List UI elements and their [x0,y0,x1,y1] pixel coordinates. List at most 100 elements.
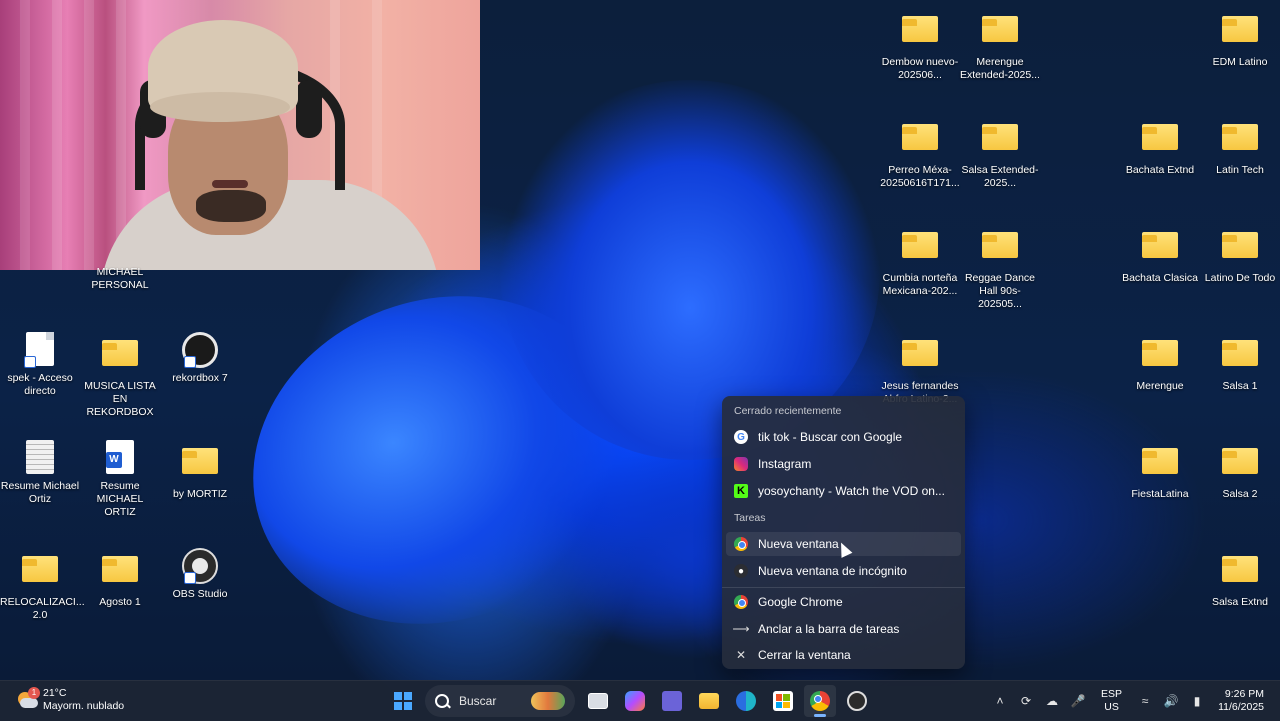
wallpaper-bloom [206,244,674,676]
wifi-icon[interactable]: ≈ [1135,691,1155,711]
folder-icon [182,448,218,474]
chrome-taskbar-button[interactable] [803,685,836,717]
divider [722,587,965,588]
desktop-folder-perreo-mexa[interactable]: Perreo Méxa-20250616T171... [880,116,960,190]
desktop-icon-label: Resume Michael Ortiz [0,480,80,505]
desktop-icon-label: Salsa 1 [1222,380,1258,392]
desktop-folder-reggae-dance-hall[interactable]: Reggae Dance Hall 90s-202505... [960,224,1040,311]
file-explorer-button[interactable] [693,685,725,717]
search-highlight-icon [531,692,565,710]
desktop-folder-merengue[interactable]: Merengue [1120,332,1200,393]
language-indicator[interactable]: ESP US [1101,688,1122,714]
desktop-icon-label: MICHAEL PERSONAL [91,266,149,291]
desktop-icon-label: Latino De Todo [1204,272,1276,284]
desktop-icon-label: RELOCALIZACI... 2.0 [0,596,85,621]
desktop-folder-bachata-clasica[interactable]: Bachata Clasica [1120,224,1200,285]
folder-icon [982,124,1018,150]
desktop-icon-agosto-1[interactable]: Agosto 1 [80,548,160,609]
desktop-folder-merengue-extended[interactable]: Merengue Extended-2025... [960,8,1040,82]
recent-header: Cerrado recientemente [734,405,842,417]
taskbar-search[interactable]: Buscar [425,685,575,717]
pin-icon: ⟶ [732,622,750,636]
jumplist-item-google-chrome[interactable]: Google Chrome [726,590,961,614]
onedrive-icon[interactable]: ☁ [1042,691,1062,711]
desktop-folder-fiestalatina[interactable]: FiestaLatina [1120,440,1200,501]
folder-icon [1142,448,1178,474]
folder-icon [1142,124,1178,150]
folder-icon [698,693,719,709]
desktop-icon-label: Dembow nuevo-202506... [881,56,959,81]
shortcut-arrow-icon [24,356,36,368]
volume-icon[interactable]: 🔊 [1161,691,1181,711]
folder-icon [1142,340,1178,366]
desktop-icon-relocalizacion[interactable]: RELOCALIZACI... 2.0 [0,548,85,622]
clock[interactable]: 9:26 PM 11/6/2025 [1218,688,1264,714]
store-icon [772,691,793,711]
desktop-icon-label: Agosto 1 [99,596,141,608]
copilot-icon [624,691,645,711]
desktop-icon-spek[interactable]: spek - Acceso directo [0,332,80,398]
desktop-icon-resume-word[interactable]: W Resume MICHAEL ORTIZ [80,440,160,519]
incognito-icon: ● [734,564,748,578]
jumplist-item-label: Nueva ventana de incógnito [758,564,907,578]
desktop-icon-obs-studio[interactable]: OBS Studio [160,548,240,601]
folder-icon [102,340,138,366]
desktop-icon-by-mortiz[interactable]: by MORTIZ [160,440,240,501]
microphone-icon[interactable]: 🎤 [1068,691,1088,711]
desktop-folder-cumbia-nortena[interactable]: Cumbia norteña Mexicana-202... [880,224,960,298]
desktop-icon-label: rekordbox 7 [172,372,228,384]
start-button[interactable] [387,685,419,717]
teams-button[interactable] [656,685,688,717]
desktop-icon-rekordbox[interactable]: rekordbox 7 [160,332,240,385]
desktop-icon-musica-lista[interactable]: MUSICA LISTA EN REKORDBOX [80,332,160,419]
folder-icon [902,16,938,42]
google-icon: G [734,430,748,444]
weather-widget[interactable]: 1 21°C Mayorm. nublado [14,687,124,713]
language-code: ESP [1101,688,1123,700]
desktop-icon-label: MUSICA LISTA EN REKORDBOX [84,380,156,418]
desktop-icon-label: Merengue Extended-2025... [960,56,1040,81]
battery-icon[interactable]: ▮ [1187,691,1207,711]
desktop-icon-label: Perreo Méxa-20250616T171... [880,164,960,189]
jumplist-item-label: tik tok - Buscar con Google [758,430,903,444]
clock-date: 11/6/2025 [1218,701,1264,713]
sync-icon[interactable]: ⟳ [1016,691,1036,711]
copilot-button[interactable] [619,685,651,717]
desktop-folder-bachata-extnd[interactable]: Bachata Extnd [1120,116,1200,177]
desktop-folder-latino-de-todo[interactable]: Latino De Todo [1200,224,1280,285]
desktop-folder-jesus-fernandes[interactable]: Jesus fernandes Abfro Latino-2... [880,332,960,406]
store-button[interactable] [767,685,799,717]
desktop-folder-dembow[interactable]: Dembow nuevo-202506... [880,8,960,82]
teams-icon [661,691,682,711]
folder-icon [1222,340,1258,366]
desktop-folder-latin-tech[interactable]: Latin Tech [1200,116,1280,177]
jumplist-item-instagram[interactable]: Instagram [726,452,961,476]
desktop-icon-label: Bachata Clasica [1122,272,1198,284]
desktop-icon-label: Resume MICHAEL ORTIZ [96,480,144,518]
chrome-icon [734,537,748,551]
desktop-icon-michael-personal[interactable]: MICHAEL PERSONAL [80,266,160,292]
obs-taskbar-button[interactable] [841,685,873,717]
desktop-icon-resume-pdf[interactable]: Resume Michael Ortiz [0,440,80,506]
jumplist-item-close-window[interactable]: ✕ Cerrar la ventana [726,643,961,667]
edge-button[interactable] [730,685,762,717]
desktop-folder-salsa-extnd[interactable]: Salsa Extnd [1200,548,1280,609]
jumplist-item-incognito[interactable]: ● Nueva ventana de incógnito [726,559,961,583]
folder-icon [902,232,938,258]
jumplist-item-kick-vod[interactable]: K yosoychanty - Watch the VOD on... [726,479,961,503]
desktop-folder-edm-latino[interactable]: EDM Latino [1200,8,1280,69]
desktop-folder-salsa-2[interactable]: Salsa 2 [1200,440,1280,501]
jumplist-item-tiktok-search[interactable]: G tik tok - Buscar con Google [726,425,961,449]
notification-badge: 1 [28,687,40,699]
obs-icon [846,691,867,711]
jumplist-item-pin[interactable]: ⟶ Anclar a la barra de tareas [726,617,961,641]
chevron-up-icon[interactable]: ˄ [990,691,1010,711]
clock-time: 9:26 PM [1224,688,1264,700]
task-view-button[interactable] [582,685,614,717]
close-icon: ✕ [735,648,747,662]
desktop-folder-salsa-1[interactable]: Salsa 1 [1200,332,1280,393]
jumplist-item-label: Anclar a la barra de tareas [758,622,900,636]
desktop-folder-salsa-extended[interactable]: Salsa Extended-2025... [960,116,1040,190]
desktop-icon-label: by MORTIZ [172,488,228,500]
folder-icon [22,556,58,582]
